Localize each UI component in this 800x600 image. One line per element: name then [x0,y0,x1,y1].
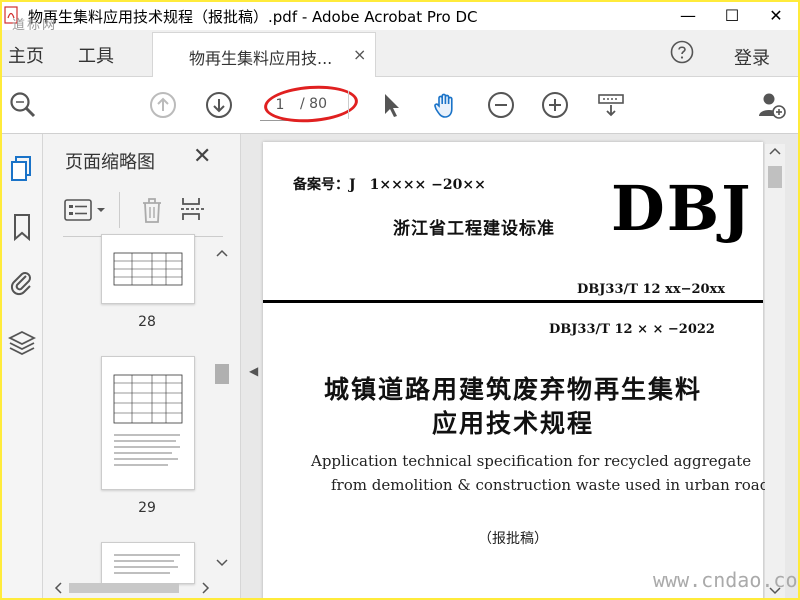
standard-code-new: DBJ33/T 12 × × −2022 [549,322,715,337]
document-title-line1: 城镇道路用建筑废弃物再生集料 [323,375,702,404]
standard-category: 浙江省工程建设标准 [393,219,555,239]
header-rule [263,300,763,303]
dbj-logo: DBJ [611,172,753,245]
add-user-icon[interactable] [756,90,786,120]
zoom-in-icon[interactable] [540,90,570,120]
toolbar-divider [348,91,349,119]
minimize-icon: — [680,5,696,25]
zoom-search-icon[interactable] [8,90,38,120]
thumbnail-page-30[interactable] [101,542,195,584]
tools-divider [119,192,120,228]
thumbnail-28-content [113,252,183,286]
pdf-page: 备案号：J 1×××× −20×× 浙江省工程建设标准 DBJ DBJ33/T … [263,142,769,598]
title-bar: 物再生集料应用技术规程（报批稿）.pdf - Adobe Acrobat Pro… [2,2,798,33]
site-watermark: www.cndao.com [653,568,798,592]
main-toolbar: / 80 [2,77,798,134]
thumbnail-30-content [114,554,180,574]
previous-page-icon[interactable] [148,90,178,120]
minimize-button[interactable]: — [666,2,710,28]
standard-code-old: DBJ33/T 12 xx−20xx [577,282,726,297]
document-title-line2: 应用技术规程 [431,409,594,438]
extract-pages-icon[interactable] [179,194,209,224]
collapse-panel-arrow[interactable]: ◀ [249,364,258,378]
maximize-button[interactable]: ☐ [710,2,754,28]
window-title: 物再生集料应用技术规程（报批稿）.pdf - Adobe Acrobat Pro… [28,8,478,26]
select-cursor-icon[interactable] [376,90,406,120]
close-window-button[interactable]: ✕ [754,2,798,28]
thumbnail-label-29: 29 [138,500,156,516]
home-tab[interactable]: 主页 [8,42,44,68]
thumbnails-panel: 页面缩略图 ✕ 28 29 [43,134,241,598]
thumbnail-page-28[interactable] [101,234,195,304]
login-button[interactable]: 登录 [734,44,770,70]
bookmark-icon[interactable] [8,212,36,242]
page-display-icon[interactable] [596,90,626,120]
next-page-icon[interactable] [204,90,234,120]
options-menu-icon[interactable] [63,198,109,222]
thumbnail-29-content [113,374,183,466]
english-title-line1: Application technical specification for … [311,452,752,470]
hand-tool-icon[interactable] [430,90,460,120]
document-tab-close-button[interactable]: × [353,45,366,64]
left-navigation-pane [2,134,43,598]
thumbnails-horizontal-scrollbar[interactable] [53,580,213,596]
document-tab-label: 物再生集料应用技... [189,49,333,68]
zoom-out-icon[interactable] [486,90,516,120]
thumbnail-label-28: 28 [138,314,156,330]
tools-tab[interactable]: 工具 [78,42,114,68]
record-number: 备案号：J 1×××× −20×× [293,177,486,193]
thumbnail-page-29[interactable] [101,356,195,490]
panel-title: 页面缩略图 [65,152,155,173]
attachment-icon[interactable] [8,268,36,298]
layers-icon[interactable] [8,328,36,358]
draft-label: （报批稿） [478,531,548,547]
close-icon: ✕ [769,5,783,25]
menu-tab-bar: 主页 工具 物再生集料应用技... × 登录 [2,30,798,77]
page-thumbnails-icon[interactable] [8,154,36,184]
delete-icon[interactable] [139,196,165,224]
document-view: ◀ 备案号：J 1×××× −20×× 浙江省工程建设标准 DBJ DBJ33/… [241,134,798,598]
document-vertical-scrollbar[interactable] [765,144,785,598]
acrobat-window: 物再生集料应用技术规程（报批稿）.pdf - Adobe Acrobat Pro… [2,2,798,598]
thumbnail-tools [63,184,223,237]
help-icon[interactable] [670,40,694,64]
panel-close-button[interactable]: ✕ [193,144,211,169]
thumbnails-vertical-scrollbar[interactable] [213,248,231,568]
document-tab[interactable]: 物再生集料应用技... × [152,32,376,77]
english-title-line2: from demolition & construction waste use… [331,476,770,494]
maximize-icon: ☐ [724,5,740,25]
